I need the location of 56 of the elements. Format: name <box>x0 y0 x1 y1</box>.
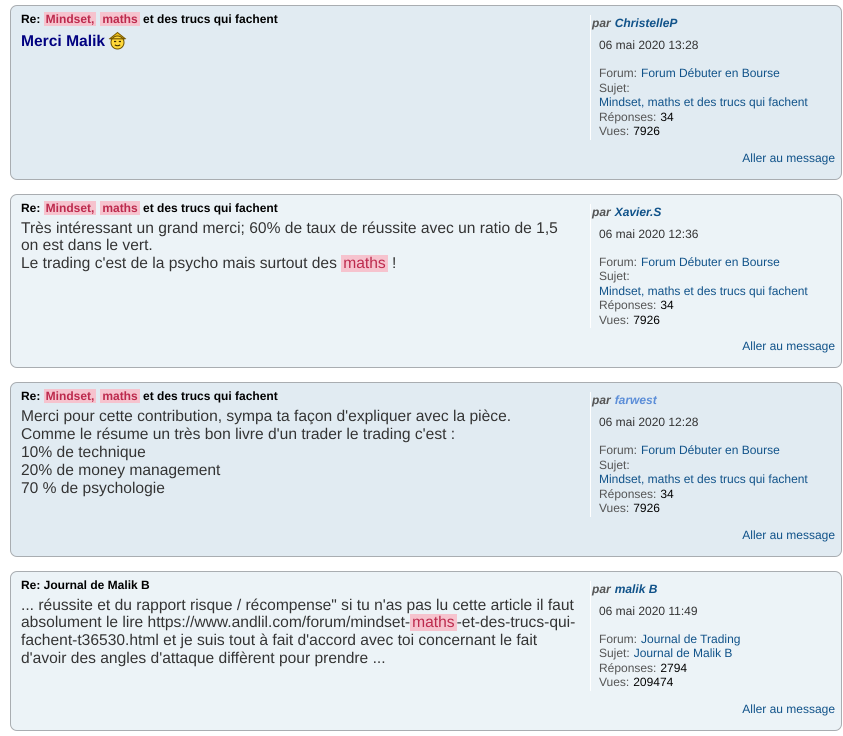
topic-link[interactable]: Mindset, maths et des trucs qui fachent <box>599 95 808 110</box>
forum-link[interactable]: Journal de Trading <box>641 632 740 646</box>
views-label: Vues: <box>599 501 630 516</box>
views-count: 7926 <box>633 501 660 516</box>
replies-count: 34 <box>660 110 674 124</box>
forum-label: Forum: <box>599 632 638 646</box>
jump-to-post-link[interactable]: Aller au message <box>742 702 835 716</box>
forum-link[interactable]: Forum Débuter en Bourse <box>641 66 780 80</box>
post-date: 06 mai 2020 13:28 <box>599 37 698 53</box>
topic-label: Sujet: <box>599 80 630 95</box>
replies-label: Réponses: <box>599 660 656 675</box>
post-title[interactable]: Re: Journal de Malik B <box>21 576 150 592</box>
views-count: 7926 <box>633 312 660 327</box>
views-count: 209474 <box>633 675 674 690</box>
post-text: Très intéressant un grand merci; 60% de taux de réussite avec un ratio de 1,5 on est dans le vert. Le trading c'est de la psycho mais surtout des maths ! <box>21 220 558 274</box>
forum-label: Forum: <box>599 443 638 458</box>
views-label: Vues: <box>599 675 630 690</box>
by-label: par <box>592 204 611 220</box>
topic-link[interactable]: Mindset, maths et des trucs qui fachent <box>599 284 808 298</box>
by-label: par <box>592 392 611 408</box>
post-date: 06 mai 2020 11:49 <box>599 602 698 618</box>
jump-to-post-link[interactable]: Aller au message <box>742 339 835 353</box>
replies-label: Réponses: <box>599 298 656 312</box>
topic-label: Sujet: <box>599 269 630 284</box>
smiley-icon <box>108 31 128 50</box>
author-link[interactable]: Xavier.S <box>614 204 662 220</box>
post-title[interactable]: Re: Mindset, maths et des trucs qui fachent <box>21 200 278 216</box>
author-link[interactable]: ChristelleP <box>614 15 678 31</box>
replies-count: 34 <box>660 486 674 501</box>
by-label: par <box>592 580 611 596</box>
topic-link[interactable]: Journal de Malik B <box>634 646 732 660</box>
forum-link[interactable]: Forum Débuter en Bourse <box>641 254 780 269</box>
jump-to-post-link[interactable]: Aller au message <box>742 150 835 164</box>
replies-count: 2794 <box>660 660 688 675</box>
author-link[interactable]: malik B <box>614 580 658 596</box>
views-count: 7926 <box>633 124 660 138</box>
post-title[interactable]: Re: Mindset, maths et des trucs qui fachent <box>21 11 278 27</box>
post-text: Merci Malik <box>21 33 106 51</box>
views-label: Vues: <box>599 312 630 327</box>
views-label: Vues: <box>599 124 630 138</box>
replies-label: Réponses: <box>599 486 656 501</box>
post-date: 06 mai 2020 12:28 <box>599 414 698 430</box>
forum-label: Forum: <box>599 254 638 269</box>
topic-label: Sujet: <box>599 458 630 472</box>
jump-to-post-link[interactable]: Aller au message <box>742 528 835 542</box>
forum-link[interactable]: Forum Débuter en Bourse <box>641 443 780 458</box>
replies-count: 34 <box>660 298 674 312</box>
by-label: par <box>592 15 611 31</box>
replies-label: Réponses: <box>599 110 656 124</box>
topic-label: Sujet: <box>599 646 630 660</box>
forum-label: Forum: <box>599 66 638 80</box>
post-text: Merci pour cette contribution, sympa ta façon d'expliquer avec la pièce. Comme le résume un très bon livre d'un trader le trading c'est : 10% de technique 20% de money management 70 % de psychologie <box>21 408 512 498</box>
post-date: 06 mai 2020 12:36 <box>599 226 698 242</box>
post-title[interactable]: Re: Mindset, maths et des trucs qui fachent <box>21 388 278 404</box>
post-text: ... réussite et du rapport risque / récompense" si tu n'as pas lu cette article il faut absolument le lire https://www.andlil.com/forum/mindset-maths-et-des-trucs-qui-fachent-t36530.html et je suis tout à fait d'accord avec toi concernant le fait d'avoir des angles d'attaque diffèrent pour prendre ... <box>21 596 576 668</box>
topic-link[interactable]: Mindset, maths et des trucs qui fachent <box>599 472 808 486</box>
